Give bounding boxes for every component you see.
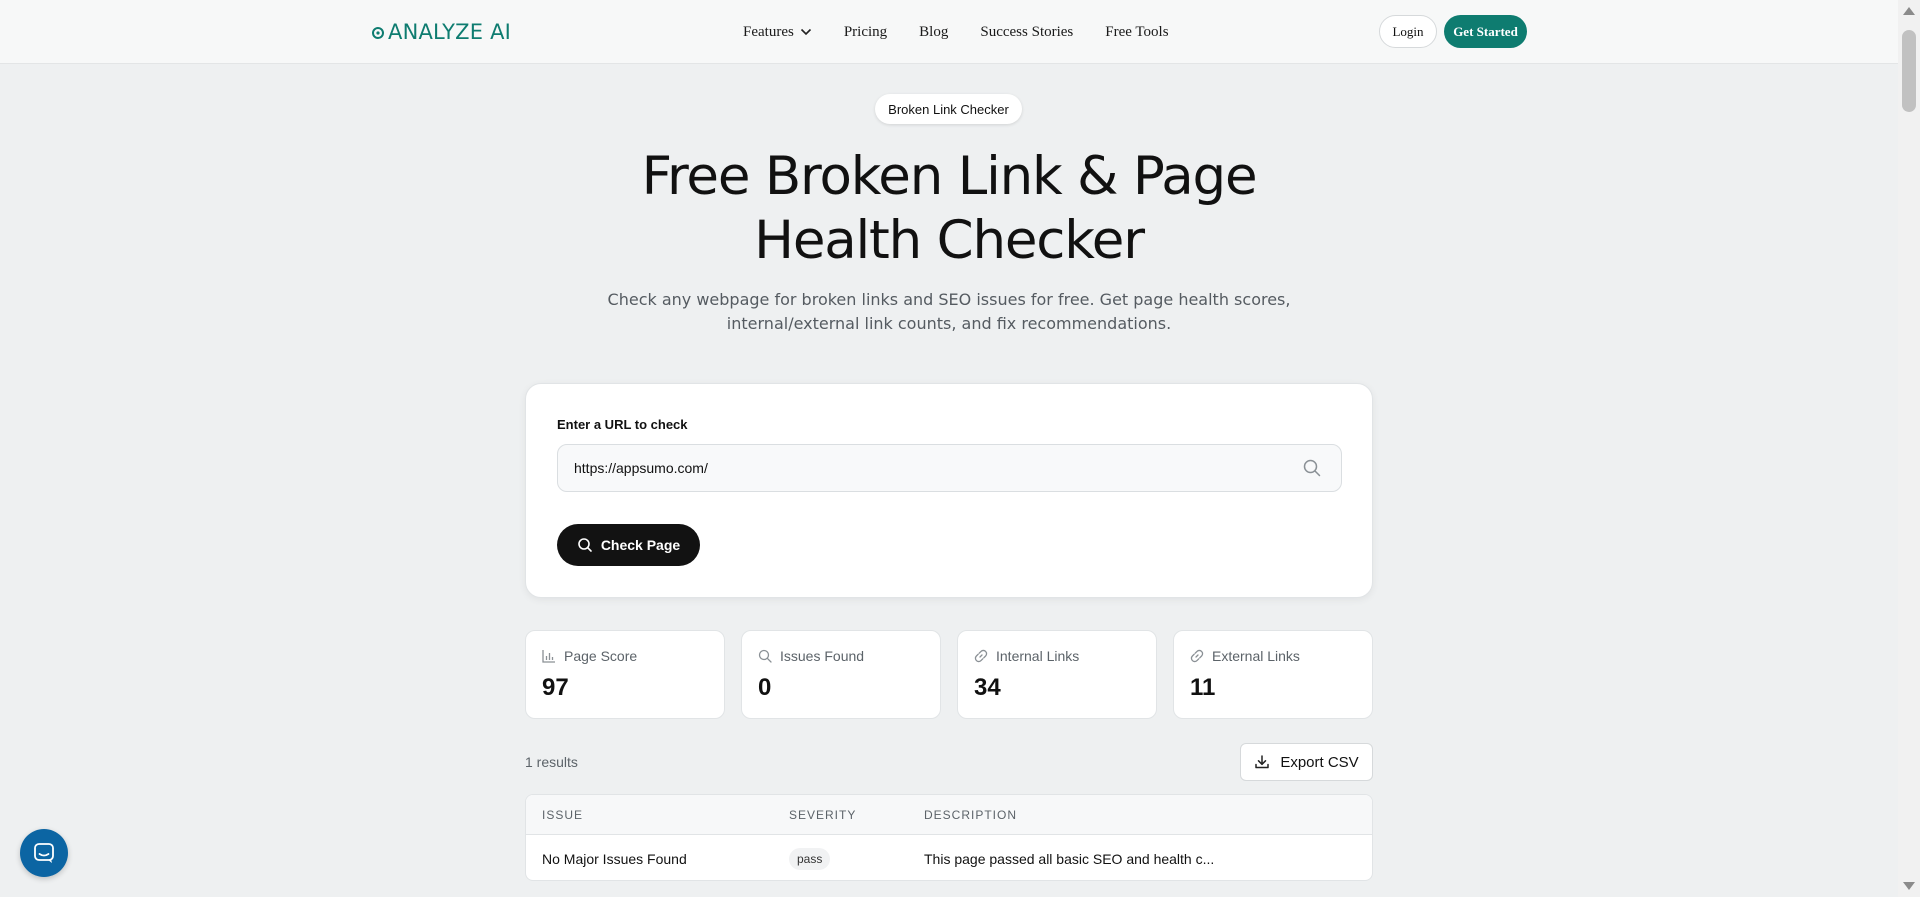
top-navigation-bar: ANALYZE AI Features Pricing Blog Success… bbox=[0, 0, 1898, 64]
column-header-description: Description bbox=[924, 808, 1018, 822]
stat-label: Internal Links bbox=[996, 648, 1080, 664]
stat-label: Issues Found bbox=[780, 648, 865, 664]
chat-launcher-button[interactable] bbox=[20, 829, 68, 877]
scroll-thumb[interactable] bbox=[1902, 30, 1916, 112]
chevron-down-icon bbox=[800, 28, 812, 36]
nav-success-stories[interactable]: Success Stories bbox=[980, 21, 1073, 43]
tool-badge: Broken Link Checker bbox=[875, 94, 1022, 124]
nav-blog[interactable]: Blog bbox=[919, 21, 948, 43]
url-input[interactable] bbox=[557, 444, 1342, 492]
page-subtitle-line-2: internal/external link counts, and fix r… bbox=[726, 314, 1172, 333]
scroll-down-arrow-icon[interactable] bbox=[1903, 882, 1915, 890]
link-icon bbox=[1190, 649, 1204, 663]
download-icon bbox=[1254, 754, 1270, 770]
page-title-line-2: Health Checker bbox=[754, 210, 1145, 271]
stat-value: 0 bbox=[758, 674, 772, 701]
stat-card-internal-links: Internal Links 34 bbox=[957, 630, 1157, 719]
logo-mark-icon bbox=[370, 24, 386, 40]
results-count: 1 results bbox=[525, 754, 578, 770]
page-title: Free Broken Link & Page Health Checker bbox=[560, 145, 1338, 273]
nav-free-tools[interactable]: Free Tools bbox=[1105, 21, 1168, 43]
url-check-card: Enter a URL to check Check Page bbox=[525, 383, 1373, 598]
table-header: Issue Severity Description bbox=[526, 795, 1372, 835]
cell-issue: No Major Issues Found bbox=[542, 851, 687, 867]
stat-value: 34 bbox=[974, 674, 1001, 701]
stat-card-external-links: External Links 11 bbox=[1173, 630, 1373, 719]
check-page-button-label: Check Page bbox=[600, 537, 681, 553]
bar-chart-icon bbox=[542, 649, 556, 663]
logo[interactable]: ANALYZE AI bbox=[370, 18, 511, 46]
search-icon bbox=[758, 649, 772, 663]
scroll-up-arrow-icon[interactable] bbox=[1903, 7, 1915, 15]
stat-value: 97 bbox=[542, 674, 569, 701]
login-button[interactable]: Login bbox=[1379, 15, 1437, 48]
table-row[interactable]: No Major Issues Found pass This page pas… bbox=[526, 836, 1372, 880]
check-page-button[interactable]: Check Page bbox=[557, 524, 700, 566]
page-scrollbar[interactable] bbox=[1898, 0, 1920, 897]
main-nav: Features Pricing Blog Success Stories Fr… bbox=[743, 21, 1169, 43]
chat-icon bbox=[33, 842, 55, 864]
url-field-label: Enter a URL to check bbox=[557, 417, 688, 432]
nav-pricing[interactable]: Pricing bbox=[844, 21, 887, 43]
page-title-line-1: Free Broken Link & Page bbox=[641, 146, 1258, 207]
results-table: Issue Severity Description No Major Issu… bbox=[525, 794, 1373, 881]
cell-description: This page passed all basic SEO and healt… bbox=[924, 851, 1215, 867]
stat-value: 11 bbox=[1190, 674, 1216, 701]
export-csv-label: Export CSV bbox=[1280, 753, 1359, 771]
get-started-button[interactable]: Get Started bbox=[1444, 15, 1527, 48]
stat-card-issues-found: Issues Found 0 bbox=[741, 630, 941, 719]
logo-text: ANALYZE AI bbox=[388, 20, 512, 44]
stat-label: External Links bbox=[1212, 648, 1300, 664]
link-icon bbox=[974, 649, 988, 663]
severity-badge: pass bbox=[789, 848, 831, 870]
export-csv-button[interactable]: Export CSV bbox=[1240, 743, 1373, 781]
page-subtitle-line-1: Check any webpage for broken links and S… bbox=[607, 290, 1291, 309]
search-icon bbox=[577, 537, 593, 553]
stat-label: Page Score bbox=[564, 648, 638, 664]
nav-features[interactable]: Features bbox=[743, 21, 812, 43]
stat-card-page-score: Page Score 97 bbox=[525, 630, 725, 719]
column-header-issue: Issue bbox=[542, 808, 584, 822]
search-icon bbox=[1302, 458, 1322, 478]
nav-features-label: Features bbox=[743, 23, 794, 40]
column-header-severity: Severity bbox=[789, 808, 857, 822]
page-subtitle: Check any webpage for broken links and S… bbox=[560, 288, 1338, 336]
